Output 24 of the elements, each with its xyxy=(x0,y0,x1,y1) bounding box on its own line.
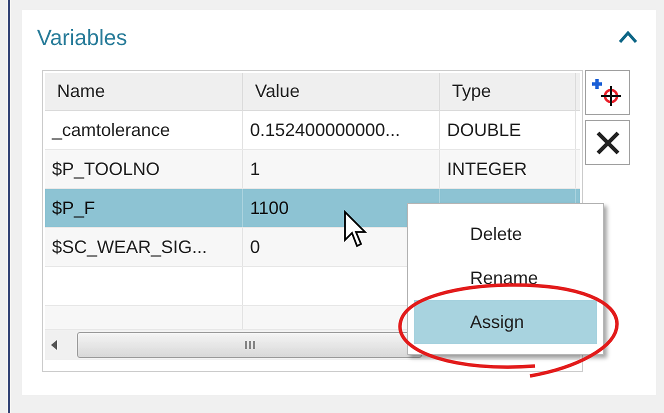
column-header[interactable]: Type xyxy=(440,73,576,110)
delete-button[interactable] xyxy=(585,120,630,165)
table-cell-text: $SC_WEAR_SIG... xyxy=(52,236,208,258)
table-cell-text: DOUBLE xyxy=(447,118,522,142)
table-cell-text: 1100 xyxy=(250,196,289,220)
panel-title: Variables xyxy=(37,24,128,52)
table-cell-text: _camtolerance xyxy=(52,118,170,142)
grip-icon xyxy=(244,340,256,350)
table-cell-text: $P_TOOLNO xyxy=(52,158,160,180)
add-variable-button[interactable] xyxy=(585,70,630,115)
scrollbar-thumb[interactable] xyxy=(77,332,422,358)
table-row[interactable]: _camtolerance 0.152400000000... DOUBLE xyxy=(45,111,580,150)
table-cell-text: 1 xyxy=(250,158,260,180)
menu-item[interactable]: Assign xyxy=(414,300,597,344)
table-cell-text: 0.152400000000... xyxy=(250,118,400,142)
table-row[interactable]: $P_TOOLNO 1 INTEGER xyxy=(45,150,580,189)
column-header[interactable]: Name xyxy=(45,73,243,110)
collapse-chevron-icon[interactable] xyxy=(618,30,638,44)
table-cell-text: $P_F xyxy=(52,196,96,220)
column-header[interactable]: Value xyxy=(243,73,440,110)
close-icon xyxy=(594,128,622,156)
table-cell-text: 0 xyxy=(250,236,260,258)
table-cell-text: INTEGER xyxy=(447,158,528,180)
mouse-cursor-icon xyxy=(343,210,367,250)
